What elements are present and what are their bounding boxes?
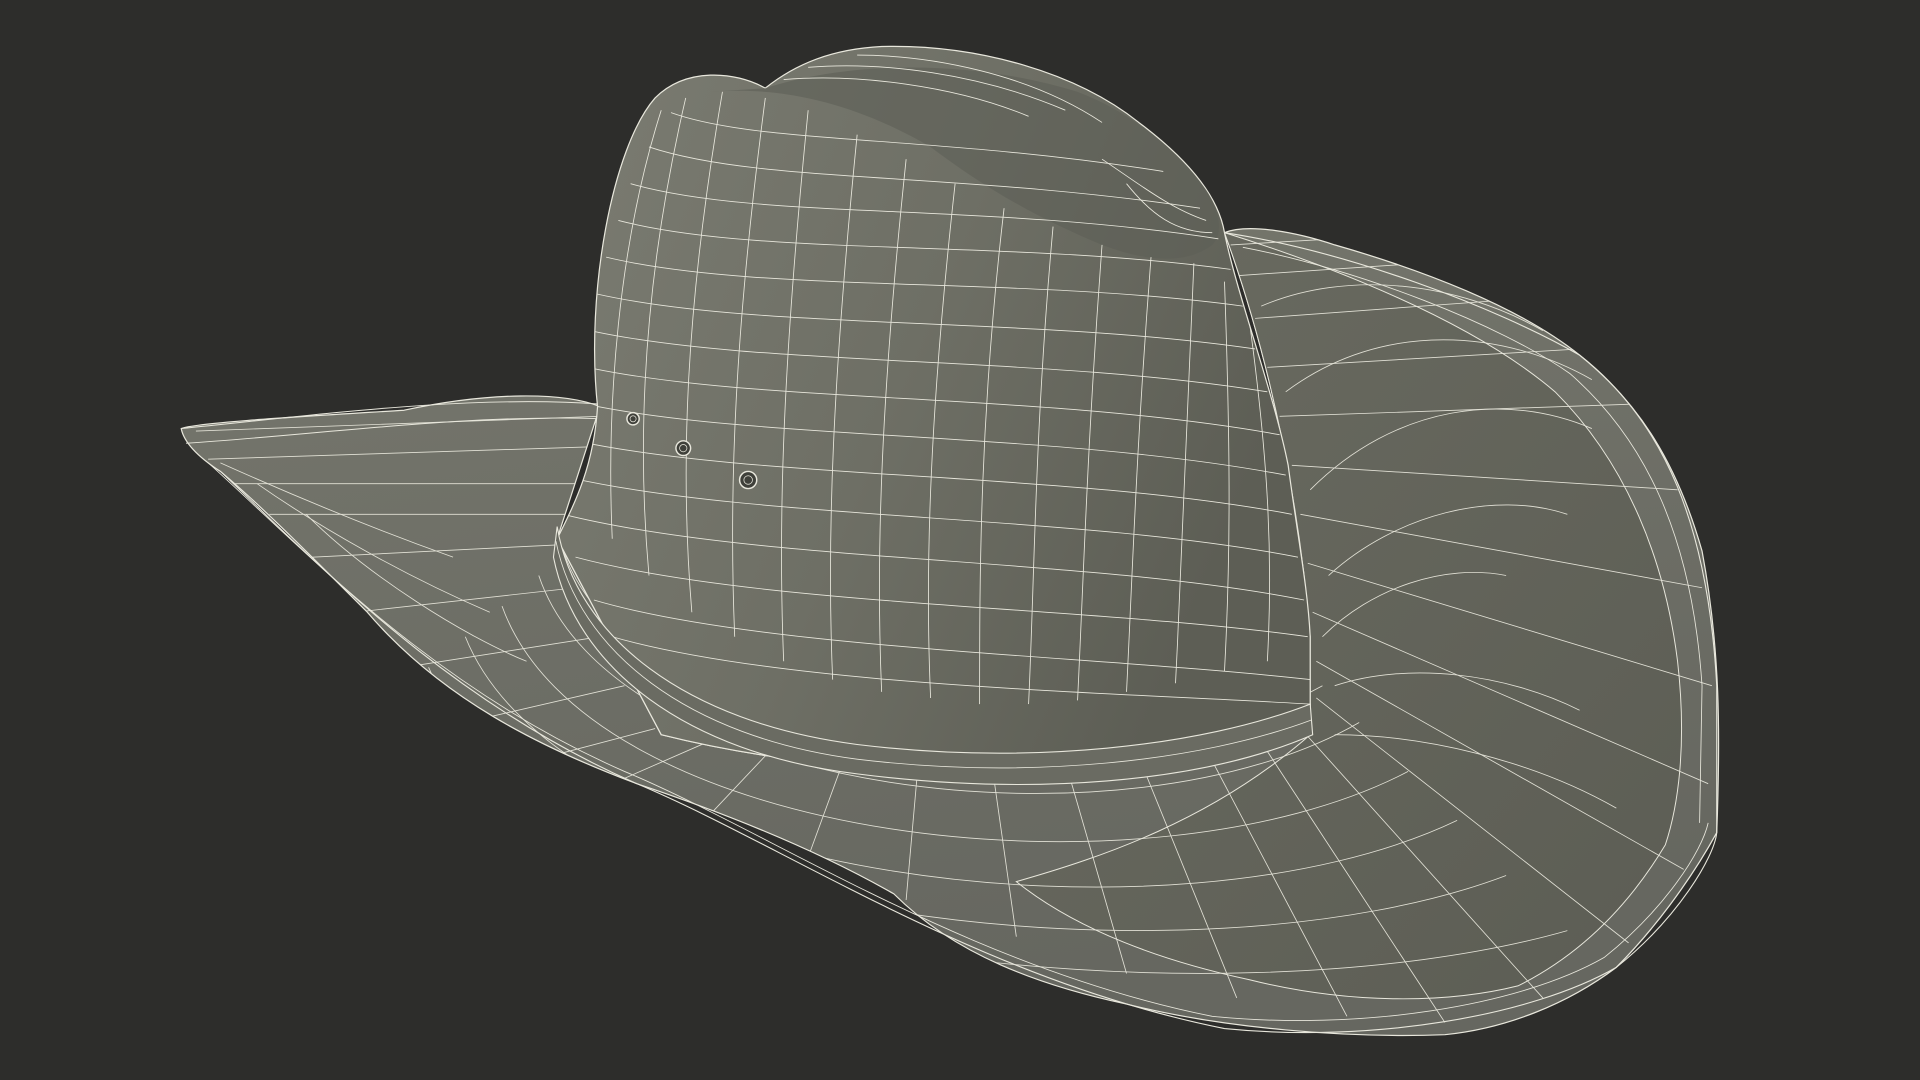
render-viewport bbox=[0, 0, 1920, 1080]
wireframe-cowboy-hat-icon bbox=[0, 0, 1920, 1080]
